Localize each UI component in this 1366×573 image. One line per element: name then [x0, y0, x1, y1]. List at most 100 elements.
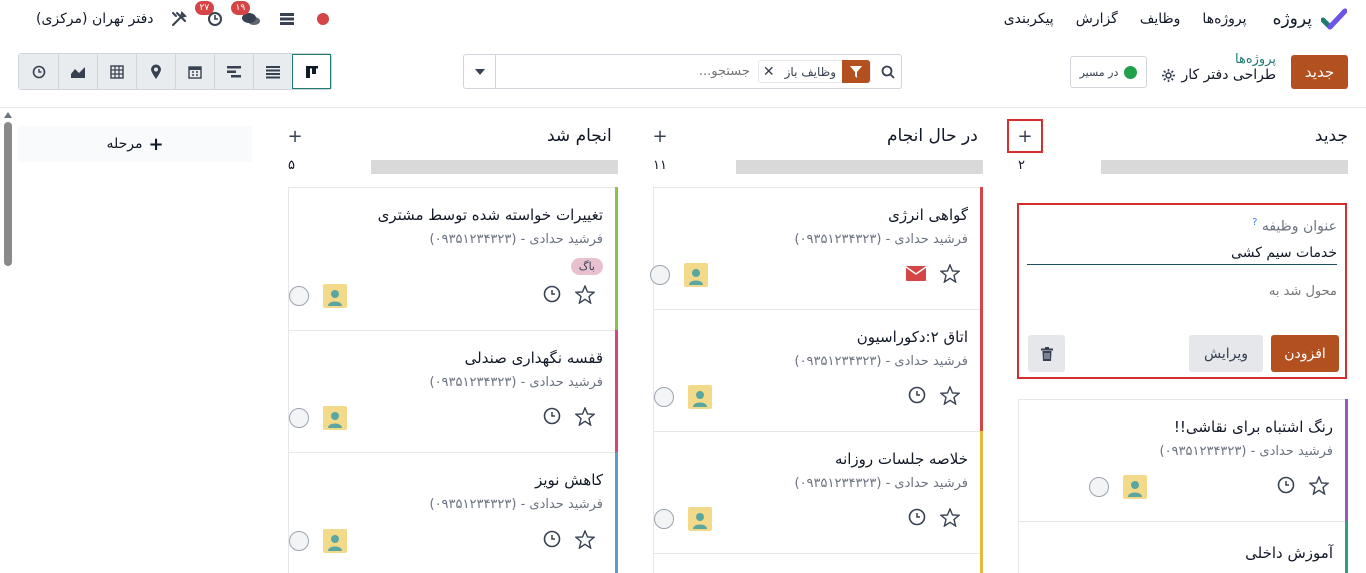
- priority-status-circle[interactable]: [289, 531, 309, 551]
- avatar[interactable]: [323, 406, 347, 430]
- star-icon[interactable]: [939, 262, 961, 287]
- priority-status-circle[interactable]: [654, 387, 674, 407]
- card-title: کاهش نویز: [535, 471, 603, 489]
- card-title: تغییرات خواسته شده توسط مشتری: [377, 206, 603, 224]
- kanban-card[interactable]: اتاق ۲:دکوراسیون فرشید حدادی - (۰۹۳۵۱۲۳۴…: [653, 309, 983, 432]
- company-switcher[interactable]: دفتر تهران (مرکزی): [36, 11, 154, 27]
- gear-icon[interactable]: [1162, 68, 1176, 82]
- column-quick-add-new[interactable]: +: [1007, 119, 1043, 153]
- help-tooltip-icon[interactable]: ?: [1252, 217, 1257, 228]
- avatar[interactable]: [688, 385, 712, 409]
- column-quick-add-done[interactable]: +: [277, 119, 313, 153]
- priority-status-circle[interactable]: [289, 286, 309, 306]
- search-input[interactable]: [496, 55, 758, 88]
- map-view-icon[interactable]: [136, 54, 175, 89]
- list-view-icon[interactable]: [253, 54, 292, 89]
- column-progress-done[interactable]: [371, 160, 618, 174]
- kanban-card[interactable]: آموزش داخلی: [1018, 521, 1348, 573]
- kanban-card[interactable]: قفسه نگهداری صندلی فرشید حدادی - (۰۹۳۵۱۲…: [288, 330, 618, 453]
- scroll-thumb[interactable]: [4, 122, 12, 266]
- star-icon[interactable]: [939, 384, 961, 409]
- activity-clock-icon[interactable]: [543, 285, 561, 307]
- star-icon[interactable]: [574, 283, 596, 308]
- tools-icon[interactable]: [168, 8, 190, 30]
- avatar[interactable]: [323, 284, 347, 308]
- priority-status-circle[interactable]: [654, 509, 674, 529]
- trash-icon[interactable]: [1028, 335, 1065, 372]
- menu-tasks[interactable]: وظایف: [1140, 11, 1181, 27]
- priority-status-circle[interactable]: [289, 408, 309, 428]
- card-tag[interactable]: باگ: [570, 258, 603, 275]
- column-quick-add-in-progress[interactable]: +: [642, 119, 678, 153]
- column-progress-in-progress[interactable]: [736, 160, 983, 174]
- activity-clock-icon[interactable]: [908, 508, 926, 530]
- task-title-input[interactable]: [1027, 241, 1337, 265]
- activity-clock-icon[interactable]: [543, 407, 561, 429]
- activity-clock-icon[interactable]: [1277, 476, 1295, 498]
- card-actions: [289, 283, 596, 308]
- activity-badge: ۲۷: [194, 1, 215, 15]
- menu-reporting[interactable]: گزارش: [1076, 11, 1118, 27]
- project-app-icon[interactable]: [1320, 5, 1348, 33]
- star-icon[interactable]: [1308, 474, 1330, 499]
- chat-icon[interactable]: ۱۹: [230, 1, 262, 30]
- search-icon[interactable]: [875, 65, 901, 79]
- project-status[interactable]: در مسیر: [1070, 56, 1147, 88]
- edit-button[interactable]: ویرایش: [1189, 335, 1263, 372]
- quick-create-form: عنوان وظیفه ? افزودن ویرایش: [1017, 203, 1347, 379]
- calendar-view-icon[interactable]: [175, 54, 214, 89]
- vertical-scrollbar[interactable]: [4, 112, 12, 573]
- kanban-card[interactable]: تغییرات خواسته شده توسط مشتری فرشید حداد…: [288, 187, 618, 331]
- card-color-stripe: [615, 330, 618, 453]
- star-icon[interactable]: [939, 506, 961, 531]
- card-actions: [650, 262, 961, 287]
- avatar[interactable]: [684, 263, 708, 287]
- activity-clock-icon[interactable]: [543, 530, 561, 552]
- avatar[interactable]: [688, 507, 712, 531]
- menu-configuration[interactable]: پیکربندی: [1004, 11, 1054, 27]
- avatar[interactable]: [323, 529, 347, 553]
- card-subtitle: فرشید حدادی - (۰۹۳۵۱۲۳۴۳۲۳): [794, 354, 968, 369]
- star-icon[interactable]: [574, 405, 596, 430]
- avatar[interactable]: [1123, 475, 1147, 499]
- card-color-stripe: [1345, 521, 1348, 573]
- card-color-stripe: [615, 187, 618, 331]
- column-count-in-progress: ۱۱: [653, 158, 667, 173]
- activity-clock-icon[interactable]: [908, 386, 926, 408]
- priority-status-circle[interactable]: [1089, 477, 1109, 497]
- kanban-card[interactable]: گواهی انرژی فرشید حدادی - (۰۹۳۵۱۲۳۴۳۲۳): [650, 187, 983, 310]
- kanban-card[interactable]: خلاصه جلسات روزانه فرشید حدادی - (۰۹۳۵۱۲…: [653, 431, 983, 554]
- add-stage-button[interactable]: + مرحله: [18, 126, 252, 162]
- graph-view-icon[interactable]: [58, 54, 97, 89]
- kanban-card[interactable]: کاهش نویز فرشید حدادی - (۰۹۳۵۱۲۳۴۳۲۳): [288, 452, 618, 573]
- column-progress-new[interactable]: [1101, 160, 1348, 174]
- pivot-view-icon[interactable]: [97, 54, 136, 89]
- activity-view-icon[interactable]: [19, 54, 58, 89]
- activity-clock-icon[interactable]: ۲۷: [194, 1, 226, 30]
- kanban-card[interactable]: رنگ اشتباه برای نقاشی!! فرشید حدادی - (۰…: [1018, 399, 1348, 522]
- gantt-view-icon[interactable]: [214, 54, 253, 89]
- star-icon[interactable]: [574, 528, 596, 553]
- kanban-view-icon[interactable]: [292, 54, 331, 89]
- chat-badge: ۱۹: [230, 1, 251, 15]
- search-options-toggle[interactable]: [464, 55, 496, 88]
- plus-icon: +: [148, 133, 164, 155]
- scroll-up-arrow-icon[interactable]: [4, 112, 12, 118]
- card-title: آموزش داخلی: [1245, 544, 1333, 562]
- kanban-card[interactable]: [653, 553, 983, 573]
- new-task-button[interactable]: جدید: [1291, 55, 1348, 89]
- add-button[interactable]: افزودن: [1271, 335, 1339, 372]
- remove-facet-icon[interactable]: ✕: [759, 64, 779, 80]
- priority-status-circle[interactable]: [650, 265, 670, 285]
- card-title: خلاصه جلسات روزانه: [835, 450, 968, 468]
- menu-projects[interactable]: پروژه‌ها: [1202, 11, 1246, 27]
- card-title: گواهی انرژی: [888, 206, 968, 224]
- recording-dot-icon[interactable]: [312, 8, 334, 30]
- card-title: اتاق ۲:دکوراسیون: [856, 328, 968, 346]
- server-icon[interactable]: [276, 8, 298, 30]
- breadcrumb-projects[interactable]: پروژه‌ها: [1162, 52, 1276, 67]
- assignee-input[interactable]: [1027, 279, 1337, 303]
- app-name[interactable]: پروژه: [1273, 9, 1312, 29]
- envelope-icon[interactable]: [905, 265, 927, 285]
- facet-label: وظایف باز: [784, 64, 836, 79]
